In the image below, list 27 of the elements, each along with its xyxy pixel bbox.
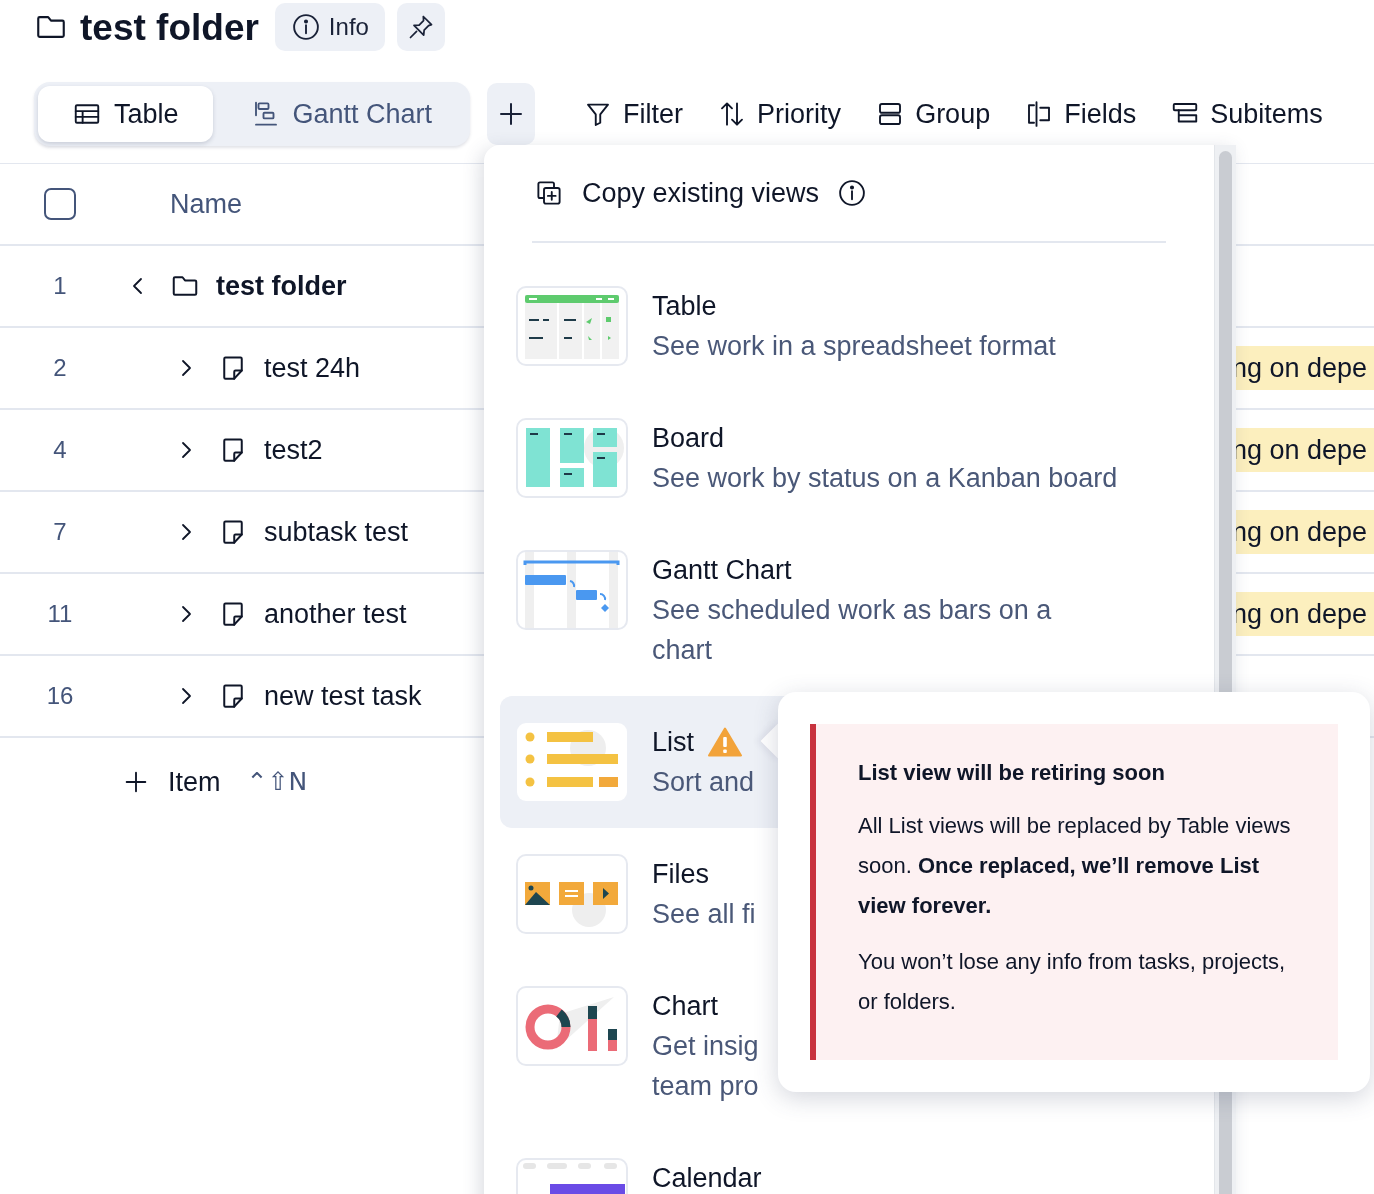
view-title: Calendar (652, 1162, 762, 1194)
view-description: See work in a spreadsheet format (652, 330, 1056, 363)
keyboard-shortcut: ⌃⇧N (246, 766, 308, 799)
row-number: 11 (46, 599, 74, 629)
view-description: Sort and (652, 766, 755, 799)
callout-title: List view will be retiring soon (858, 759, 1166, 787)
callout-text: You won’t lose any info from tasks, projects, or folders. (858, 948, 1287, 1016)
view-title: Gantt Chart (652, 554, 792, 587)
row-number: 4 (52, 435, 68, 465)
view-title: Files (652, 858, 709, 891)
view-title: Board (652, 422, 725, 455)
row-number: 7 (52, 517, 68, 547)
row-number: 16 (45, 681, 75, 711)
view-title: Chart (652, 990, 719, 1023)
callout-text: All List views will be replaced by Table views soon. Once replaced, we’ll remove List view forever. (858, 812, 1292, 920)
view-description: See scheduled work as bars on a (652, 594, 1052, 627)
view-description: team pro (652, 1070, 759, 1103)
view-title: Table (652, 290, 717, 323)
page-title: test folder (80, 8, 259, 46)
view-description: chart (652, 634, 714, 667)
menu-header: Copy existing views (582, 176, 820, 210)
view-title: List (652, 726, 695, 759)
view-description: Get insig (652, 1030, 759, 1063)
row-number: 2 (52, 353, 68, 383)
row-number: 1 (52, 271, 68, 301)
view-description: See all fi (652, 898, 756, 931)
view-description: See work by status on a Kanban board (652, 462, 1118, 495)
